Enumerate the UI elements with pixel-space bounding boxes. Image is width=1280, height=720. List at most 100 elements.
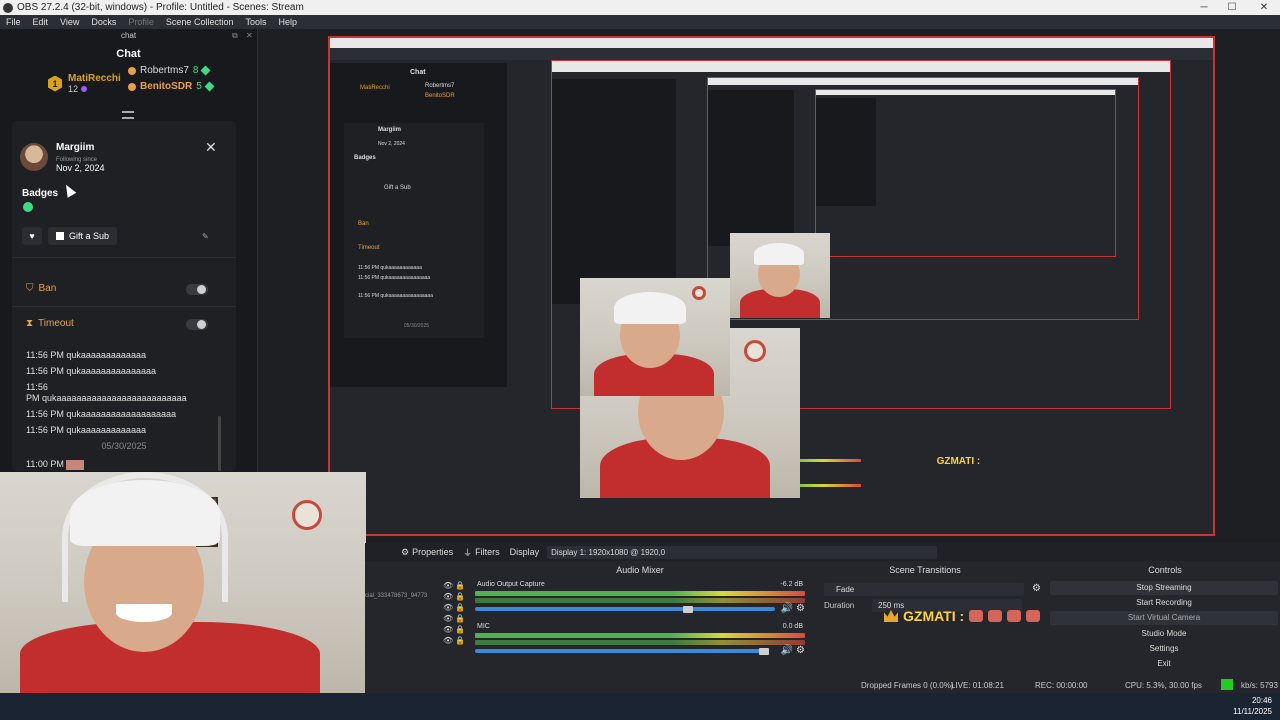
gear-icon[interactable]: ⚙	[796, 645, 805, 656]
eye-icon[interactable]: 👁 🔒	[443, 625, 467, 636]
follow-button[interactable]: ♥	[22, 227, 42, 245]
emote-icon	[66, 459, 85, 470]
stop-streaming-button[interactable]: Stop Streaming	[1050, 581, 1278, 595]
webcam-source	[0, 472, 366, 693]
eye-icon[interactable]: 👁 🔒	[443, 581, 467, 592]
ban-label: Ban	[38, 283, 57, 294]
leaderboard-first[interactable]: 1 MatiRecchi 12	[48, 73, 121, 94]
title-bar: OBS 27.2.4 (32-bit, windows) - Profile: …	[0, 0, 1280, 15]
timeout-label: Timeout	[38, 318, 74, 329]
eye-icon[interactable]: 👁 🔒	[443, 636, 467, 647]
gem-icon	[201, 65, 211, 76]
volume-meter	[475, 633, 805, 638]
expand-handle-icon[interactable]	[122, 111, 134, 119]
system-tray: 20:46 11/11/2025	[1233, 695, 1272, 717]
minimize-button[interactable]: ─	[1190, 0, 1218, 15]
following-date: Nov 2, 2024	[56, 163, 105, 173]
filter-icon: ⏚	[463, 547, 473, 558]
leaderboard-count: 8	[192, 65, 199, 76]
chat-dock: chat ⧉ ✕ Chat 1 MatiRecchi 12 Robertms7 …	[0, 29, 258, 472]
chat-message: 11:56 PM qukaaaaaaaaaaaaa	[26, 425, 146, 435]
settings-button[interactable]: Settings	[1050, 642, 1278, 656]
avatar	[20, 143, 48, 171]
close-window-button[interactable]: ✕	[1250, 0, 1278, 15]
timeout-toggle[interactable]	[186, 319, 208, 330]
menu-help[interactable]: Help	[278, 17, 297, 27]
shield-icon: ⛉	[26, 283, 34, 294]
volume-fader[interactable]	[475, 649, 765, 653]
menu-view[interactable]: View	[60, 17, 79, 27]
divider	[12, 306, 236, 307]
start-recording-button[interactable]: Start Recording	[1050, 596, 1278, 610]
display-label: Display	[509, 547, 540, 557]
menu-tools[interactable]: Tools	[245, 17, 266, 27]
scene-transitions-title: Scene Transitions	[889, 565, 961, 575]
eye-icon[interactable]: 👁 🔒	[443, 614, 467, 625]
volume-fader-knob[interactable]	[683, 606, 693, 613]
stream-health-indicator	[1221, 679, 1233, 690]
speaker-icon[interactable]: 🔊	[781, 603, 793, 614]
gift-sub-button[interactable]: Gift a Sub	[48, 227, 118, 245]
ban-toggle[interactable]	[186, 284, 208, 295]
eye-icon[interactable]: 👁 🔒	[443, 592, 467, 603]
mixer-channel-db: 0.0 dB	[782, 623, 803, 630]
start-virtual-camera-button[interactable]: Start Virtual Camera	[1050, 611, 1278, 625]
display-select[interactable]: Display 1: 1920x1080 @ 1920,0	[547, 545, 938, 559]
scene-transitions: Fade ⚙ Duration 250 ms GZMATI :	[820, 581, 1045, 685]
gear-icon[interactable]: ⚙	[796, 603, 805, 614]
rank-one-badge-icon: 1	[48, 75, 62, 92]
mixer-channel-name: MIC	[477, 623, 490, 630]
chat-message: 11:56 PM qukaaaaaaaaaaaaaaa	[26, 366, 156, 376]
leaderboard-row[interactable]: Robertms7 8	[128, 65, 211, 76]
cpu-usage: CPU: 5.3%, 30.00 fps	[1125, 681, 1202, 690]
audio-mixer-title: Audio Mixer	[616, 565, 664, 575]
nested-chat-dock: Chat MatiRecchi Robertms7 BenitoSDR Marg…	[330, 62, 507, 387]
timeout-row: ⧗ Timeout	[26, 318, 74, 329]
volume-meter	[475, 591, 805, 596]
studio-mode-button[interactable]: Studio Mode	[1050, 627, 1278, 641]
menu-edit[interactable]: Edit	[33, 17, 49, 27]
pencil-icon[interactable]: ✎	[202, 232, 209, 241]
source-toolbar: ⚙ Properties ⏚ Filters Display Display 1…	[365, 543, 1280, 561]
gem-icon	[204, 81, 215, 92]
gift-badge-icon	[128, 82, 136, 91]
eye-icon[interactable]: 👁 🔒	[443, 603, 467, 614]
properties-button[interactable]: ⚙ Properties	[401, 547, 453, 558]
user-card-close-icon[interactable]: ✕	[205, 139, 217, 156]
stream-overlay-text: GZMATI :	[884, 608, 1041, 624]
float-icon[interactable]: ⧉	[232, 29, 238, 43]
menu-scene-collection[interactable]: Scene Collection	[166, 17, 234, 27]
hourglass-icon: ⧗	[26, 318, 34, 329]
user-card-actions: ♥ Gift a Sub	[22, 227, 212, 245]
leaderboard-name: Robertms7	[140, 65, 189, 76]
chat-dock-title: chat	[120, 31, 137, 40]
dock-close-icon[interactable]: ✕	[246, 29, 253, 43]
leaderboard-first-name: MatiRecchi	[68, 73, 121, 84]
window-title: OBS 27.2.4 (32-bit, windows) - Profile: …	[17, 2, 304, 13]
gear-icon[interactable]: ⚙	[1032, 583, 1041, 594]
speaker-icon[interactable]: 🔊	[781, 645, 793, 656]
leaderboard-row[interactable]: BenitoSDR 5	[128, 81, 215, 92]
transition-select[interactable]: Fade	[824, 583, 1024, 596]
preview-canvas[interactable]: Chat MatiRecchi Robertms7 BenitoSDR Marg…	[328, 36, 1215, 536]
tray-date: 11/11/2025	[1233, 707, 1272, 716]
chat-dock-titlebar: chat ⧉ ✕	[0, 29, 257, 43]
gift-icon	[56, 232, 64, 240]
emote-icon	[988, 610, 1003, 622]
chat-scrollbar[interactable]	[218, 416, 221, 471]
mixer-channel-controls: 🔊 ⚙	[781, 603, 805, 614]
source-visibility-column: 👁 🔒 👁 🔒 👁 🔒 👁 🔒 👁 🔒 👁 🔒	[443, 581, 467, 647]
exit-button[interactable]: Exit	[1050, 657, 1278, 671]
filters-button[interactable]: ⏚ Filters	[463, 546, 500, 559]
volume-fader[interactable]	[475, 607, 775, 611]
menu-docks[interactable]: Docks	[91, 17, 116, 27]
menu-file[interactable]: File	[6, 17, 21, 27]
menu-profile[interactable]: Profile	[128, 17, 154, 27]
leaderboard-first-count: 12	[68, 84, 79, 94]
bitrate: kb/s: 5793	[1241, 681, 1278, 690]
maximize-button[interactable]: ☐	[1218, 0, 1246, 15]
emote-icon	[1026, 610, 1041, 622]
volume-fader-knob[interactable]	[759, 648, 769, 655]
controls-title: Controls	[1148, 565, 1182, 575]
duration-label: Duration	[824, 601, 855, 610]
